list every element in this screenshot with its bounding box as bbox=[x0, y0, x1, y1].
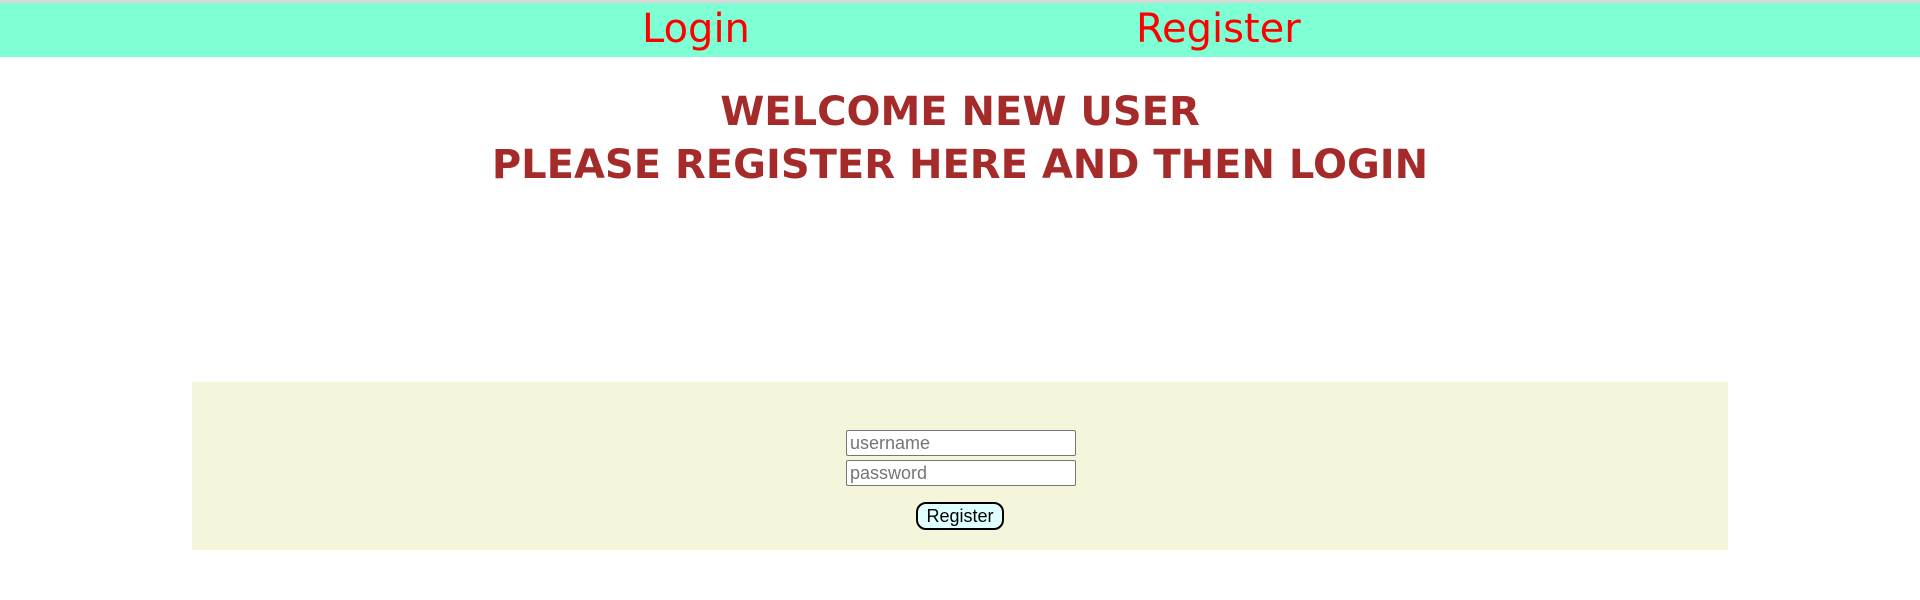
nav-register-link[interactable]: Register bbox=[1136, 6, 1301, 52]
navbar: Login Register bbox=[0, 3, 1920, 57]
username-input[interactable] bbox=[846, 430, 1076, 456]
welcome-heading: WELCOME NEW USER bbox=[720, 89, 1200, 135]
instruction-heading: PLEASE REGISTER HERE AND THEN LOGIN bbox=[491, 142, 1429, 188]
nav-login-link[interactable]: Login bbox=[642, 6, 750, 52]
register-form: Register bbox=[192, 382, 1728, 550]
password-input[interactable] bbox=[846, 460, 1076, 486]
register-button[interactable]: Register bbox=[916, 502, 1004, 530]
